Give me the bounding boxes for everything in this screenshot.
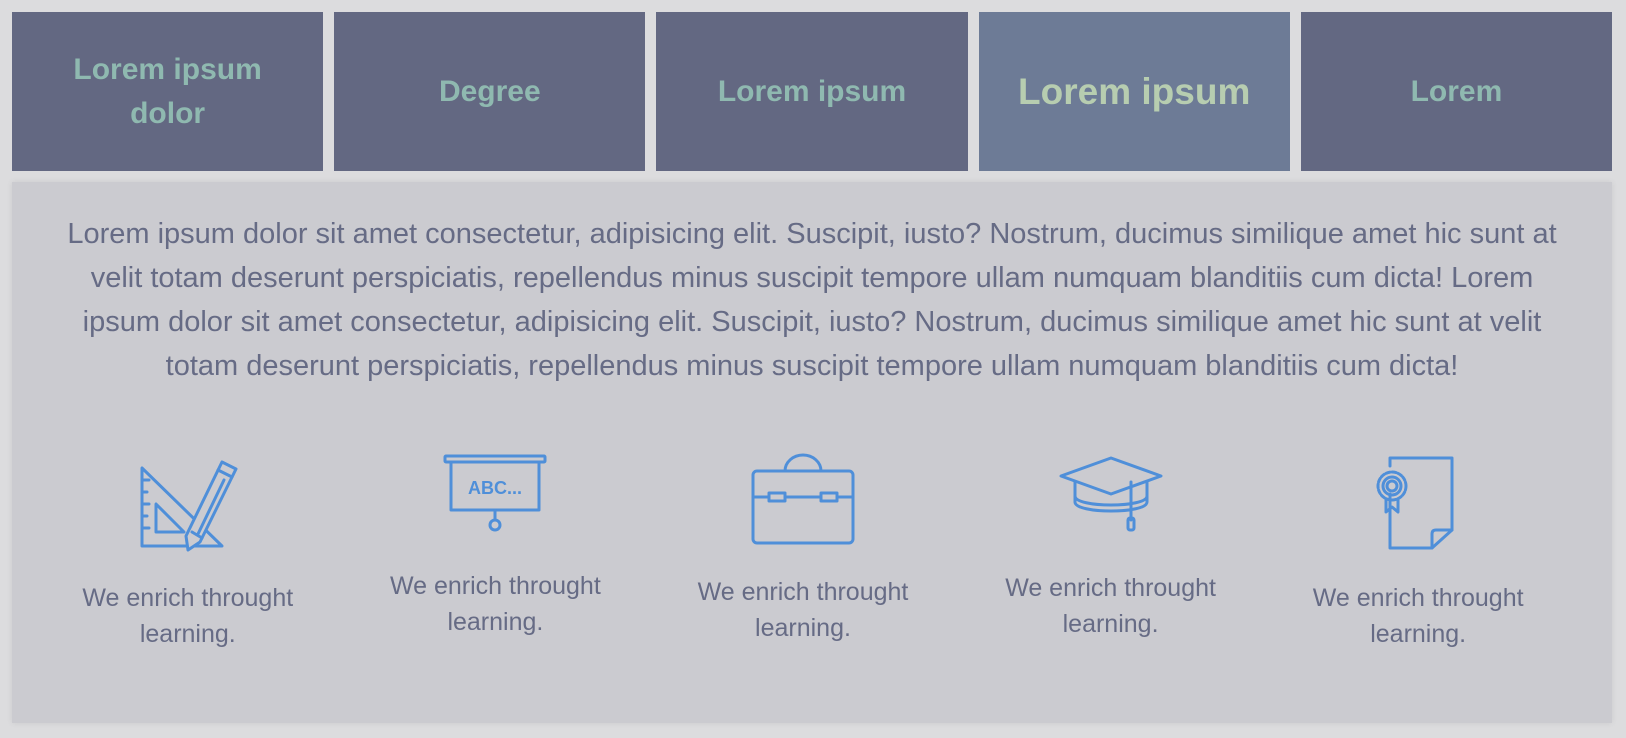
feature-caption: We enrich throught learning.: [390, 572, 601, 636]
board-text: ABC...: [468, 478, 522, 498]
feature-caption: We enrich throught learning.: [697, 578, 909, 642]
tab-lorem-ipsum[interactable]: Lorem ipsum: [656, 12, 968, 171]
intro-paragraph: Lorem ipsum dolor sit amet consectetur, …: [67, 218, 1557, 382]
feature-list: We enrich throught learning. ABC... We e…: [34, 452, 1572, 652]
feature-item: We enrich throught learning.: [649, 446, 957, 652]
presentation-board-icon: ABC...: [440, 440, 550, 544]
feature-item: We enrich throught learning.: [34, 452, 342, 652]
feature-item: We enrich throught learning.: [957, 442, 1265, 652]
ruler-pencil-icon: [133, 452, 243, 556]
feature-item: ABC... We enrich throught learning.: [342, 440, 650, 652]
tab-degree[interactable]: Degree: [334, 12, 646, 171]
feature-caption: We enrich throught learning.: [82, 584, 294, 648]
feature-caption: We enrich throught learning.: [1005, 574, 1216, 638]
certificate-icon: [1363, 452, 1473, 556]
graduation-cap-icon: [1056, 442, 1166, 546]
briefcase-icon: [748, 446, 858, 550]
feature-caption: We enrich throught learning.: [1312, 584, 1524, 648]
tab-content-panel: Lorem ipsum dolor sit amet consectetur, …: [12, 182, 1612, 723]
tab-lorem-ipsum-active[interactable]: Lorem ipsum: [978, 12, 1290, 171]
tab-lorem-ipsum-dolor[interactable]: Lorem ipsum dolor: [12, 12, 324, 171]
feature-item: We enrich throught learning.: [1264, 452, 1572, 652]
tab-lorem[interactable]: Lorem: [1300, 12, 1613, 171]
tab-bar: Lorem ipsum dolor Degree Lorem ipsum Lor…: [12, 12, 1613, 171]
